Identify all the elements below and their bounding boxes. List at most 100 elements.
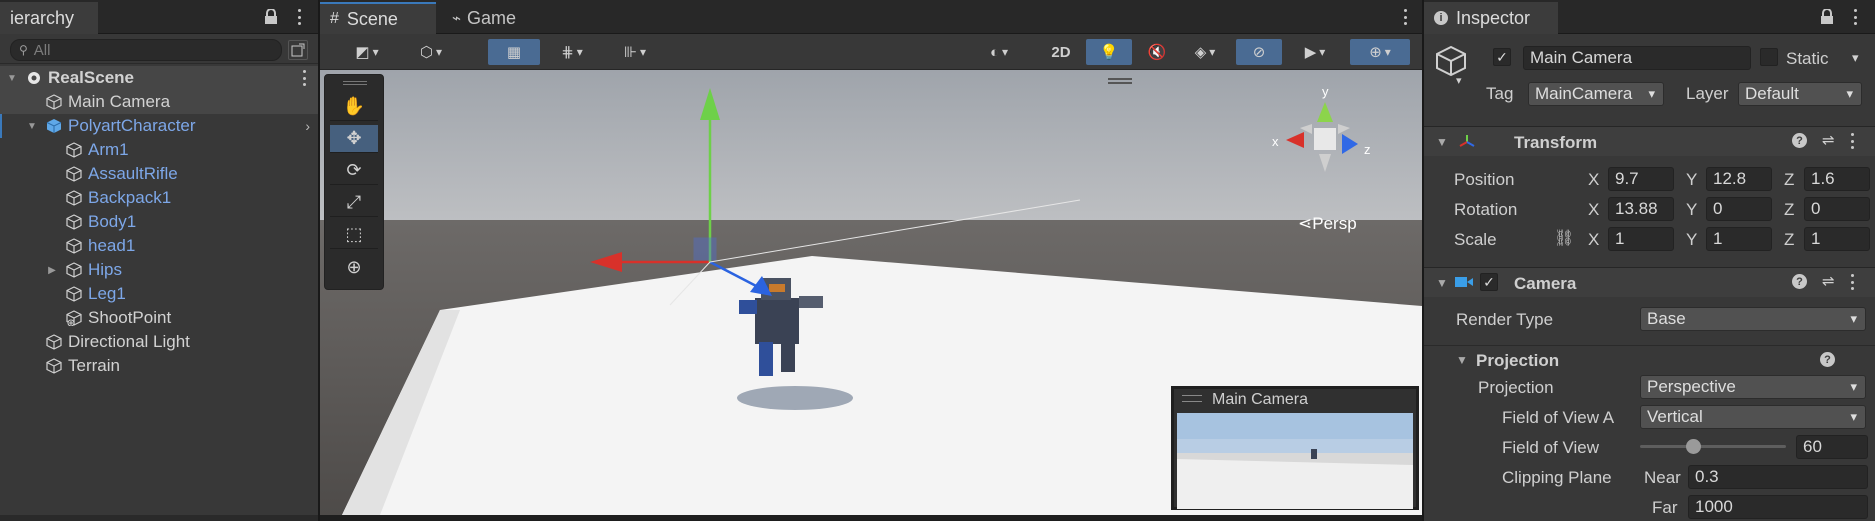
collapse-arrow-icon[interactable]: ▼	[6, 73, 18, 84]
scale-x-field[interactable]: 1	[1608, 227, 1674, 251]
foldout-arrow-icon[interactable]: ▼	[1436, 135, 1448, 149]
fov-field[interactable]: 60	[1796, 435, 1868, 459]
tab-inspector[interactable]: i Inspector	[1424, 2, 1558, 34]
hierarchy-item-backpack1[interactable]: Backpack1	[0, 186, 318, 210]
position-x-field[interactable]: 9.7	[1608, 167, 1674, 191]
effects-button[interactable]: ◈	[1180, 39, 1230, 65]
draw-mode-button[interactable]: ◩	[342, 39, 392, 65]
near-field[interactable]: 0.3	[1688, 465, 1868, 489]
transform-tool-icon[interactable]: ⊕	[330, 253, 378, 281]
expand-arrow-icon[interactable]: ▶	[46, 265, 58, 276]
fov-slider-thumb[interactable]	[1686, 439, 1701, 454]
hierarchy-item-polyartcharacter[interactable]: ▼ PolyartCharacter ›	[0, 114, 318, 138]
position-z-field[interactable]: 1.6	[1804, 167, 1870, 191]
scene-viewport[interactable]: ✋ ✥ ⟳ ⤢ ⬚ ⊕ y x z ⋖Persp Main Camera	[320, 70, 1422, 515]
hierarchy-menu-icon[interactable]	[292, 8, 306, 26]
help-icon[interactable]: ?	[1792, 133, 1807, 148]
tab-game[interactable]: ⌁ Game	[442, 2, 542, 34]
foldout-arrow-icon[interactable]: ▼	[1456, 353, 1468, 367]
collapse-arrow-icon[interactable]: ▼	[26, 121, 38, 132]
scene-panel: # Scene ⌁ Game ◩ ⬡ ▦ ⋕ ⊪ ◐ 2D 💡 🔇 ◈ ⊘ ▶ …	[320, 0, 1422, 521]
component-menu-icon[interactable]	[1850, 274, 1854, 290]
fov-label: Field of View	[1502, 438, 1600, 457]
transform-header[interactable]: ▼ Transform ? ⇌	[1424, 126, 1875, 156]
rotation-x-field[interactable]: 13.88	[1608, 197, 1674, 221]
object-name-field[interactable]: Main Camera	[1523, 46, 1751, 70]
camera-settings-button[interactable]: ▶	[1292, 39, 1338, 65]
hierarchy-item-hips[interactable]: ▶ Hips	[0, 258, 318, 282]
persp-label: Persp	[1312, 214, 1357, 233]
scale-y-field[interactable]: 1	[1706, 227, 1772, 251]
static-checkbox[interactable]	[1760, 48, 1778, 66]
render-type-dropdown[interactable]: Base	[1640, 307, 1866, 331]
tab-hierarchy[interactable]: ierarchy	[0, 2, 98, 34]
hierarchy-item-leg1[interactable]: Leg1	[0, 282, 318, 306]
hierarchy-item-arm1[interactable]: Arm1	[0, 138, 318, 162]
render-mode-button[interactable]: ◐	[974, 39, 1024, 65]
presets-icon[interactable]: ⇌	[1822, 272, 1835, 290]
drag-handle-icon[interactable]	[343, 81, 367, 85]
hierarchy-tabbar: ierarchy	[0, 0, 318, 34]
help-icon[interactable]: ?	[1820, 352, 1835, 367]
fov-slider[interactable]	[1640, 436, 1786, 456]
gameobject-icon[interactable]: ▾	[1434, 44, 1468, 87]
scene-menu-icon[interactable]	[1398, 8, 1412, 26]
constrain-proportions-icon[interactable]: ⛓	[1554, 228, 1574, 248]
grid-visibility-button[interactable]: ⊪	[610, 39, 660, 65]
move-tool-icon[interactable]: ✥	[330, 125, 378, 153]
fov-axis-dropdown[interactable]: Vertical	[1640, 405, 1866, 429]
create-dropdown-icon[interactable]	[288, 40, 308, 60]
hierarchy-scrollbar[interactable]	[0, 515, 318, 521]
static-dropdown-icon[interactable]: ▾	[1852, 50, 1859, 66]
lighting-toggle-button[interactable]: 💡	[1086, 39, 1132, 65]
rect-tool-icon[interactable]: ⬚	[330, 221, 378, 249]
tab-scene[interactable]: # Scene	[320, 2, 436, 34]
rotate-tool-icon[interactable]: ⟳	[330, 157, 378, 185]
overlay-handle-icon[interactable]	[1108, 78, 1132, 84]
lock-icon[interactable]	[1818, 8, 1836, 26]
hierarchy-item-realscene[interactable]: ▼ RealScene	[0, 66, 318, 90]
hand-tool-icon[interactable]: ✋	[330, 93, 378, 121]
persp-toggle[interactable]: ⋖Persp	[1298, 214, 1357, 234]
far-field[interactable]: 1000	[1688, 495, 1868, 519]
hierarchy-item-head1[interactable]: head1	[0, 234, 318, 258]
hierarchy-search-input[interactable]: ⚲ All	[10, 39, 282, 61]
scale-z-field[interactable]: 1	[1804, 227, 1870, 251]
scale-tool-icon[interactable]: ⤢	[330, 189, 378, 217]
camera-header[interactable]: ▼ ✓ Camera ? ⇌	[1424, 267, 1875, 297]
foldout-arrow-icon[interactable]: ▼	[1436, 276, 1448, 290]
gizmos-button[interactable]: ⊕	[1350, 39, 1410, 65]
projection-foldout[interactable]: ▼ Projection ?	[1424, 345, 1875, 373]
presets-icon[interactable]: ⇌	[1822, 131, 1835, 149]
inspector-menu-icon[interactable]	[1848, 8, 1862, 26]
rotation-y-field[interactable]: 0	[1706, 197, 1772, 221]
scene-menu-icon[interactable]	[302, 70, 306, 86]
hierarchy-item-body1[interactable]: Body1	[0, 210, 318, 234]
hierarchy-item-directional-light[interactable]: Directional Light	[0, 330, 318, 354]
hidden-objects-button[interactable]: ⊘	[1236, 39, 1282, 65]
chevron-right-icon[interactable]: ›	[305, 118, 310, 134]
audio-toggle-button[interactable]: 🔇	[1138, 39, 1176, 65]
active-checkbox[interactable]: ✓	[1493, 48, 1511, 66]
layer-dropdown[interactable]: Default	[1738, 82, 1862, 106]
hierarchy-item-terrain[interactable]: Terrain	[0, 354, 318, 378]
help-icon[interactable]: ?	[1792, 274, 1807, 289]
camera-component-icon	[1454, 274, 1474, 295]
hierarchy-item-shootpoint[interactable]: ShootPoint	[0, 306, 318, 330]
drag-handle-icon[interactable]	[1182, 395, 1202, 402]
lock-icon[interactable]	[262, 8, 280, 26]
draw-mode-icon: ◩	[355, 44, 370, 61]
snap-increment-button[interactable]: ⋕	[552, 39, 592, 65]
projection-dropdown[interactable]: Perspective	[1640, 375, 1866, 399]
shading-mode-button[interactable]: ⬡	[406, 39, 456, 65]
component-menu-icon[interactable]	[1850, 133, 1854, 149]
orientation-gizmo[interactable]: y x z	[1270, 84, 1380, 184]
hierarchy-item-assaultrifle[interactable]: AssaultRifle	[0, 162, 318, 186]
hierarchy-item-main-camera[interactable]: Main Camera	[0, 90, 318, 114]
grid-snap-button[interactable]: ▦	[488, 39, 540, 65]
camera-enabled-checkbox[interactable]: ✓	[1480, 273, 1498, 291]
toggle-2d-button[interactable]: 2D	[1040, 39, 1082, 65]
rotation-z-field[interactable]: 0	[1804, 197, 1870, 221]
tag-dropdown[interactable]: MainCamera	[1528, 82, 1664, 106]
position-y-field[interactable]: 12.8	[1706, 167, 1772, 191]
